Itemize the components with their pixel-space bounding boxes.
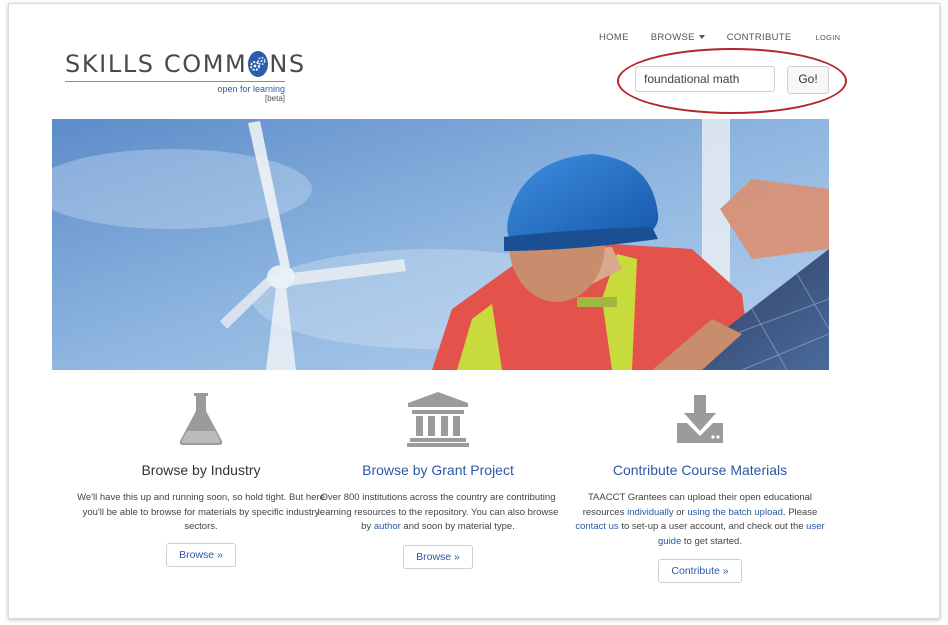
search-go-button[interactable]: Go! bbox=[787, 66, 829, 94]
text-segment: to set-up a user account, and check out … bbox=[618, 521, 807, 532]
section-title: Browse by Industry bbox=[141, 462, 261, 478]
browse-grant-button[interactable]: Browse » bbox=[403, 544, 473, 569]
chevron-down-icon bbox=[698, 35, 705, 40]
browse-by-industry-section: Browse by Industry We'll have this up an… bbox=[76, 388, 326, 567]
logo-divider bbox=[65, 81, 285, 82]
nav-browse[interactable]: BROWSE bbox=[651, 32, 705, 43]
contact-us-link[interactable]: contact us bbox=[575, 521, 618, 532]
batch-upload-link[interactable]: using the batch upload bbox=[687, 507, 783, 518]
download-icon bbox=[575, 388, 825, 448]
logo-tagline: open for learning bbox=[217, 84, 285, 94]
logo-wordmark: SKILLS COMM NS bbox=[65, 50, 304, 78]
logo-text-part2: NS bbox=[269, 50, 306, 78]
text-segment: and soon by material type. bbox=[400, 521, 515, 532]
nav-browse-label: BROWSE bbox=[650, 32, 695, 43]
section-description: TAACCT Grantees can upload their open ed… bbox=[575, 491, 825, 549]
flask-icon bbox=[76, 388, 326, 448]
text-segment: or bbox=[673, 506, 688, 518]
gear-icon bbox=[248, 51, 269, 77]
browse-industry-button[interactable]: Browse » bbox=[166, 542, 236, 567]
institution-icon bbox=[313, 388, 563, 448]
beta-badge: [beta] bbox=[264, 94, 285, 103]
section-title[interactable]: Browse by Grant Project bbox=[313, 462, 563, 478]
nav-login[interactable]: LOGIN bbox=[815, 33, 840, 43]
search-input[interactable] bbox=[635, 66, 775, 92]
browse-by-grant-section: Browse by Grant Project Over 800 institu… bbox=[313, 388, 563, 569]
page-frame: SKILLS COMM NS open for learning [beta] … bbox=[8, 3, 940, 619]
section-description: Over 800 institutions across the country… bbox=[313, 491, 563, 535]
section-title[interactable]: Contribute Course Materials bbox=[575, 462, 825, 478]
contribute-button[interactable]: Contribute » bbox=[658, 559, 742, 583]
contribute-section: Contribute Course Materials TAACCT Grant… bbox=[575, 388, 825, 583]
author-link[interactable]: author bbox=[374, 521, 401, 532]
text-segment: . Please bbox=[782, 506, 818, 518]
logo-text-part1: SKILLS COMM bbox=[65, 50, 248, 78]
individually-link[interactable]: individually bbox=[627, 507, 673, 518]
nav-contribute[interactable]: CONTRIBUTE bbox=[727, 32, 792, 43]
site-logo[interactable]: SKILLS COMM NS open for learning [beta] bbox=[65, 50, 304, 103]
section-description: We'll have this up and running soon, so … bbox=[77, 492, 325, 532]
top-nav: HOME BROWSE CONTRIBUTE LOGIN bbox=[599, 32, 840, 43]
text-segment: to get started. bbox=[681, 535, 742, 547]
nav-home[interactable]: HOME bbox=[599, 32, 629, 43]
hero-image bbox=[52, 119, 829, 370]
